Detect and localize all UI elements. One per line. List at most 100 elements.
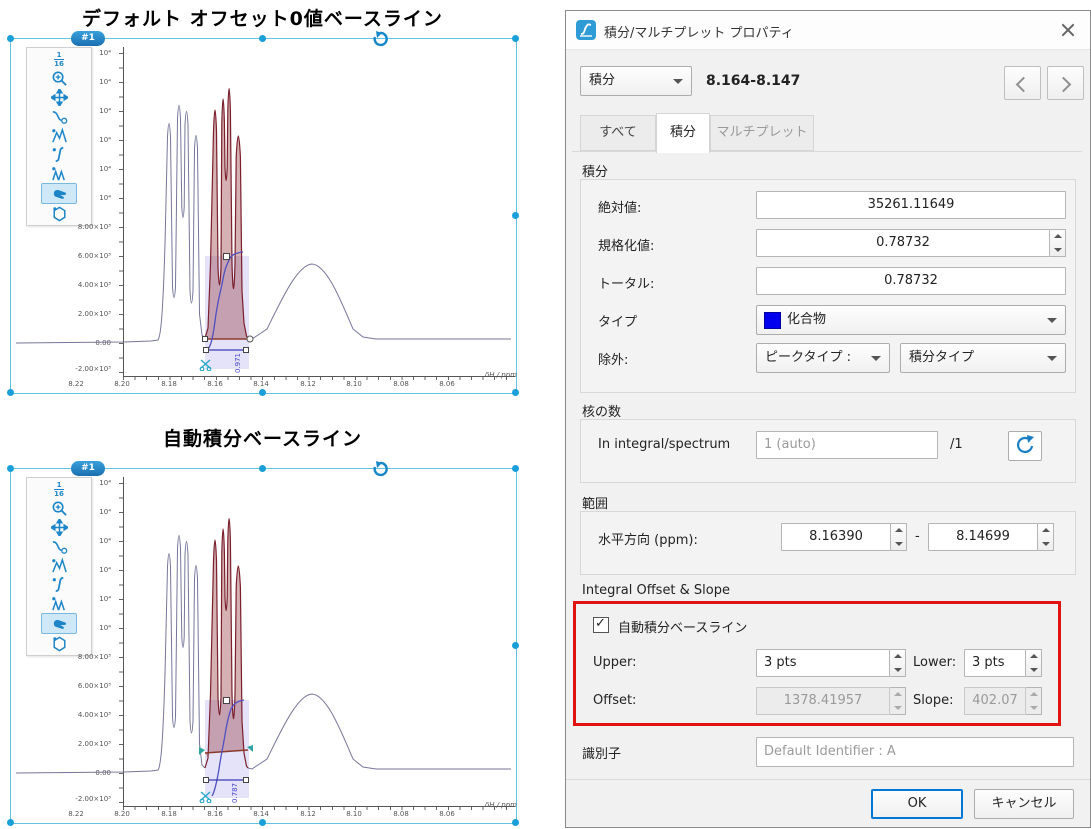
spectrum-curve bbox=[248, 694, 511, 769]
offset-slope-section-label: Integral Offset & Slope bbox=[582, 583, 730, 598]
selected-range-title: 8.164-8.147 bbox=[706, 73, 800, 89]
normalized-value-input[interactable]: 0.78732 bbox=[756, 229, 1050, 257]
integral-multiplet-properties-dialog: 積分/マルチプレット プロパティ 積分 8.164-8.147 すべて 積分 マ… bbox=[565, 10, 1091, 828]
plot2-title: 自動積分ベースライン bbox=[10, 424, 515, 451]
nuclides-group-label: 核の数 bbox=[582, 401, 621, 420]
bracket-left-handle[interactable] bbox=[203, 777, 209, 783]
range-group-label: 範囲 bbox=[582, 493, 608, 512]
integral-value-label: 0.971 bbox=[234, 353, 242, 373]
slope-label: Slope: bbox=[913, 693, 953, 708]
spin-down-icon bbox=[894, 706, 902, 710]
type-select[interactable]: 化合物 bbox=[756, 305, 1066, 335]
nuclide-count-input[interactable]: 1 (auto) bbox=[756, 431, 938, 459]
offset-spinner bbox=[890, 687, 906, 715]
region-top-handle[interactable] bbox=[223, 697, 230, 704]
spectrum-curve bbox=[16, 536, 205, 774]
type-value: 化合物 bbox=[787, 312, 826, 327]
compound-color-swatch bbox=[764, 312, 781, 329]
tab-integral[interactable]: 積分 bbox=[656, 113, 710, 153]
lower-spinner[interactable] bbox=[1026, 649, 1042, 677]
auto-baseline-label: 自動積分ベースライン bbox=[618, 617, 747, 636]
spin-down-icon[interactable] bbox=[1030, 668, 1038, 672]
bracket-left-handle[interactable] bbox=[203, 347, 209, 353]
spectrum-plot bbox=[11, 469, 516, 823]
tab-all[interactable]: すべて bbox=[580, 115, 656, 151]
item-type-value: 積分 bbox=[589, 73, 615, 88]
total-value-input[interactable]: 0.78732 bbox=[756, 267, 1066, 295]
total-value-label: トータル: bbox=[598, 273, 654, 292]
bracket-right-handle[interactable] bbox=[243, 347, 249, 353]
auto-baseline-checkbox[interactable] bbox=[593, 617, 609, 633]
spin-up-icon[interactable] bbox=[895, 528, 903, 532]
spectrum-curve bbox=[16, 106, 205, 344]
exclude-integral-type-value: 積分タイプ bbox=[909, 350, 974, 365]
spin-down-icon[interactable] bbox=[894, 668, 902, 672]
recalculate-button[interactable] bbox=[1008, 431, 1042, 461]
range-dash: - bbox=[915, 529, 920, 544]
upper-input[interactable]: 3 pts bbox=[756, 649, 890, 677]
baseline-right-arrow-handle[interactable] bbox=[247, 745, 253, 752]
refresh-icon bbox=[1009, 432, 1041, 460]
spin-down-icon[interactable] bbox=[895, 542, 903, 546]
offset-label: Offset: bbox=[593, 693, 636, 708]
normalized-value-spinner[interactable] bbox=[1050, 229, 1066, 257]
screenshot-root: デフォルト オフセット0値ベースライン #1 116 bbox=[0, 0, 1091, 829]
next-item-button[interactable] bbox=[1047, 66, 1084, 100]
tab-pane-border bbox=[572, 151, 1082, 152]
lower-input[interactable]: 3 pts bbox=[964, 649, 1026, 677]
spectrum-panel-1[interactable]: #1 116 bbox=[10, 38, 517, 394]
absolute-value-input[interactable]: 35261.11649 bbox=[756, 191, 1066, 219]
slope-input: 402.07 bbox=[964, 687, 1026, 715]
type-label: タイプ bbox=[598, 311, 637, 330]
dialog-titlebar[interactable]: 積分/マルチプレット プロパティ bbox=[566, 11, 1090, 50]
identifier-label: 識別子 bbox=[582, 743, 621, 762]
spin-up-icon bbox=[894, 692, 902, 696]
cancel-button[interactable]: キャンセル bbox=[974, 789, 1074, 819]
spectrum-plot bbox=[11, 39, 516, 393]
spin-down-icon[interactable] bbox=[1054, 248, 1062, 252]
exclude-peak-type-value: ピークタイプ : bbox=[765, 350, 851, 365]
baseline-handle[interactable] bbox=[247, 336, 253, 342]
spin-up-icon[interactable] bbox=[1042, 528, 1050, 532]
exclude-peak-type-select[interactable]: ピークタイプ : bbox=[756, 343, 890, 373]
region-top-handle[interactable] bbox=[223, 253, 230, 260]
spin-up-icon[interactable] bbox=[1030, 654, 1038, 658]
item-type-select[interactable]: 積分 bbox=[580, 66, 692, 96]
bracket-right-handle[interactable] bbox=[243, 777, 249, 783]
nuclide-count-suffix: /1 bbox=[950, 437, 963, 452]
exclude-label: 除外: bbox=[598, 349, 628, 368]
ok-button[interactable]: OK bbox=[871, 789, 963, 819]
normalized-value-label: 規格化値: bbox=[598, 235, 654, 254]
plot1-title: デフォルト オフセット0値ベースライン bbox=[10, 4, 515, 31]
spin-up-icon bbox=[1030, 692, 1038, 696]
chevron-down-icon bbox=[871, 356, 881, 366]
spectrum-panel-2[interactable]: #1 116 bbox=[10, 468, 517, 824]
chevron-down-icon bbox=[673, 79, 683, 89]
chevron-down-icon bbox=[1047, 318, 1057, 328]
baseline-left-arrow-handle[interactable] bbox=[199, 747, 205, 755]
dialog-title: 積分/マルチプレット プロパティ bbox=[604, 22, 794, 41]
tab-multiplet[interactable]: マルチプレット bbox=[710, 115, 814, 151]
cut-integral-icon[interactable] bbox=[199, 359, 213, 371]
range-to-input[interactable]: 8.14699 bbox=[928, 523, 1038, 551]
range-from-spinner[interactable] bbox=[891, 523, 907, 551]
range-from-input[interactable]: 8.16390 bbox=[781, 523, 891, 551]
spectrum-curve bbox=[248, 264, 511, 339]
spin-up-icon[interactable] bbox=[1054, 234, 1062, 238]
range-to-spinner[interactable] bbox=[1038, 523, 1054, 551]
lower-label: Lower: bbox=[913, 655, 956, 670]
exclude-integral-type-select[interactable]: 積分タイプ bbox=[900, 343, 1066, 373]
previous-item-button[interactable] bbox=[1004, 66, 1041, 100]
upper-spinner[interactable] bbox=[890, 649, 906, 677]
identifier-input[interactable]: Default Identifier : A bbox=[756, 737, 1074, 767]
upper-label: Upper: bbox=[593, 655, 637, 670]
spin-down-icon bbox=[1030, 706, 1038, 710]
absolute-value-label: 絶対値: bbox=[598, 197, 641, 216]
cut-integral-icon[interactable] bbox=[199, 791, 213, 803]
spin-up-icon[interactable] bbox=[894, 654, 902, 658]
spin-down-icon[interactable] bbox=[1042, 542, 1050, 546]
integral-value-label: 0.787 bbox=[231, 783, 239, 803]
close-icon[interactable] bbox=[1058, 20, 1078, 40]
chevron-right-icon bbox=[1056, 77, 1072, 93]
baseline-left-handle[interactable] bbox=[202, 336, 208, 342]
